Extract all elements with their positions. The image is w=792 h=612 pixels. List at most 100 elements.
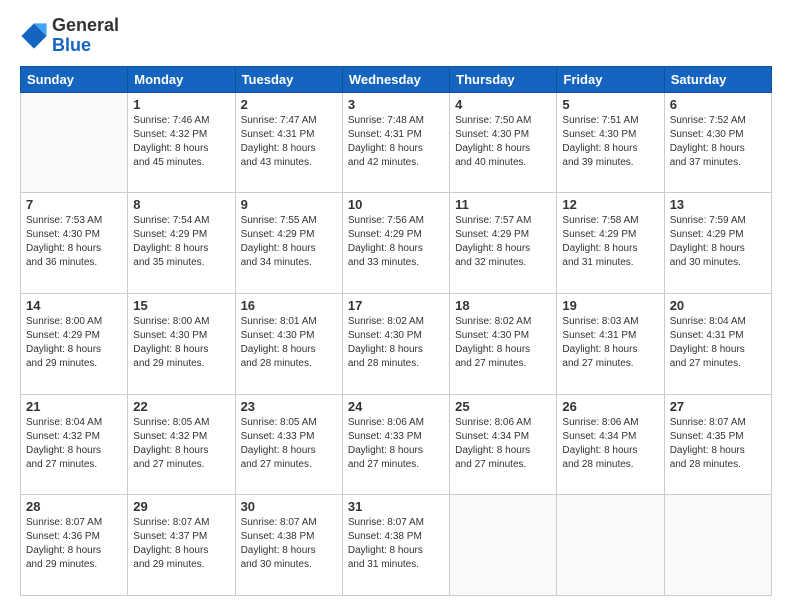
calendar-cell: 15 Sunrise: 8:00 AM Sunset: 4:30 PM Dayli…: [128, 293, 235, 394]
page: General Blue SundayMondayTuesdayWednesda…: [0, 0, 792, 612]
calendar-day-header: Friday: [557, 66, 664, 92]
calendar-cell: [557, 495, 664, 596]
calendar-cell: 7Sunrise: 7:53 AM Sunset: 4:30 PM Daylig…: [21, 193, 128, 294]
day-info: Sunrise: 7:53 AM Sunset: 4:30 PM Dayligh…: [26, 214, 122, 270]
calendar-cell: 12 Sunrise: 7:58 AM Sunset: 4:29 PM Dayli…: [557, 193, 664, 294]
day-number: 12: [562, 197, 658, 212]
calendar-week-row: 14Sunrise: 8:00 AM Sunset: 4:29 PM Dayli…: [21, 293, 772, 394]
day-info: Sunrise: 8:07 AM Sunset: 4:37 PM Dayligh…: [133, 516, 229, 572]
calendar-cell: 13 Sunrise: 7:59 AM Sunset: 4:29 PM Dayli…: [664, 193, 771, 294]
calendar-cell: 1 Sunrise: 7:46 AM Sunset: 4:32 PM Daylig…: [128, 92, 235, 193]
calendar-day-header: Thursday: [450, 66, 557, 92]
day-info: Sunrise: 8:06 AM Sunset: 4:33 PM Dayligh…: [348, 416, 444, 472]
calendar-week-row: 1 Sunrise: 7:46 AM Sunset: 4:32 PM Daylig…: [21, 92, 772, 193]
day-number: 15: [133, 298, 229, 313]
calendar-cell: 4 Sunrise: 7:50 AM Sunset: 4:30 PM Daylig…: [450, 92, 557, 193]
calendar-cell: 24Sunrise: 8:06 AM Sunset: 4:33 PM Dayli…: [342, 394, 449, 495]
day-number: 11: [455, 197, 551, 212]
day-info: Sunrise: 8:04 AM Sunset: 4:32 PM Dayligh…: [26, 416, 122, 472]
calendar-cell: [450, 495, 557, 596]
day-number: 30: [241, 499, 337, 514]
calendar-header-row: SundayMondayTuesdayWednesdayThursdayFrid…: [21, 66, 772, 92]
day-info: Sunrise: 8:07 AM Sunset: 4:38 PM Dayligh…: [241, 516, 337, 572]
day-number: 21: [26, 399, 122, 414]
day-info: Sunrise: 7:57 AM Sunset: 4:29 PM Dayligh…: [455, 214, 551, 270]
day-number: 31: [348, 499, 444, 514]
day-info: Sunrise: 7:46 AM Sunset: 4:32 PM Dayligh…: [133, 114, 229, 170]
day-number: 6: [670, 97, 766, 112]
day-info: Sunrise: 8:00 AM Sunset: 4:30 PM Dayligh…: [133, 315, 229, 371]
calendar-cell: [664, 495, 771, 596]
calendar-day-header: Saturday: [664, 66, 771, 92]
day-number: 4: [455, 97, 551, 112]
day-number: 27: [670, 399, 766, 414]
calendar-day-header: Tuesday: [235, 66, 342, 92]
day-number: 9: [241, 197, 337, 212]
day-number: 13: [670, 197, 766, 212]
day-info: Sunrise: 8:06 AM Sunset: 4:34 PM Dayligh…: [562, 416, 658, 472]
day-info: Sunrise: 8:07 AM Sunset: 4:38 PM Dayligh…: [348, 516, 444, 572]
logo-text-general: General: [52, 16, 119, 36]
day-info: Sunrise: 8:01 AM Sunset: 4:30 PM Dayligh…: [241, 315, 337, 371]
day-info: Sunrise: 8:04 AM Sunset: 4:31 PM Dayligh…: [670, 315, 766, 371]
day-number: 8: [133, 197, 229, 212]
calendar-cell: 30 Sunrise: 8:07 AM Sunset: 4:38 PM Dayli…: [235, 495, 342, 596]
day-number: 17: [348, 298, 444, 313]
calendar-cell: 10 Sunrise: 7:56 AM Sunset: 4:29 PM Dayli…: [342, 193, 449, 294]
day-number: 1: [133, 97, 229, 112]
day-number: 20: [670, 298, 766, 313]
calendar-cell: 31 Sunrise: 8:07 AM Sunset: 4:38 PM Dayli…: [342, 495, 449, 596]
day-info: Sunrise: 8:07 AM Sunset: 4:36 PM Dayligh…: [26, 516, 122, 572]
day-info: Sunrise: 8:02 AM Sunset: 4:30 PM Dayligh…: [348, 315, 444, 371]
day-info: Sunrise: 7:50 AM Sunset: 4:30 PM Dayligh…: [455, 114, 551, 170]
day-number: 3: [348, 97, 444, 112]
day-info: Sunrise: 7:47 AM Sunset: 4:31 PM Dayligh…: [241, 114, 337, 170]
calendar-cell: 3 Sunrise: 7:48 AM Sunset: 4:31 PM Daylig…: [342, 92, 449, 193]
day-number: 22: [133, 399, 229, 414]
day-number: 26: [562, 399, 658, 414]
day-number: 5: [562, 97, 658, 112]
day-info: Sunrise: 7:56 AM Sunset: 4:29 PM Dayligh…: [348, 214, 444, 270]
calendar-cell: 21 Sunrise: 8:04 AM Sunset: 4:32 PM Dayli…: [21, 394, 128, 495]
day-info: Sunrise: 8:06 AM Sunset: 4:34 PM Dayligh…: [455, 416, 551, 472]
day-info: Sunrise: 8:02 AM Sunset: 4:30 PM Dayligh…: [455, 315, 551, 371]
day-info: Sunrise: 7:48 AM Sunset: 4:31 PM Dayligh…: [348, 114, 444, 170]
day-number: 23: [241, 399, 337, 414]
day-number: 28: [26, 499, 122, 514]
day-number: 2: [241, 97, 337, 112]
calendar-cell: 18 Sunrise: 8:02 AM Sunset: 4:30 PM Dayli…: [450, 293, 557, 394]
calendar-cell: 5 Sunrise: 7:51 AM Sunset: 4:30 PM Daylig…: [557, 92, 664, 193]
calendar-cell: 14Sunrise: 8:00 AM Sunset: 4:29 PM Dayli…: [21, 293, 128, 394]
day-info: Sunrise: 7:51 AM Sunset: 4:30 PM Dayligh…: [562, 114, 658, 170]
calendar-cell: 25 Sunrise: 8:06 AM Sunset: 4:34 PM Dayli…: [450, 394, 557, 495]
day-number: 16: [241, 298, 337, 313]
calendar-cell: 2 Sunrise: 7:47 AM Sunset: 4:31 PM Daylig…: [235, 92, 342, 193]
calendar-cell: 16 Sunrise: 8:01 AM Sunset: 4:30 PM Dayli…: [235, 293, 342, 394]
day-info: Sunrise: 8:05 AM Sunset: 4:33 PM Dayligh…: [241, 416, 337, 472]
calendar-day-header: Sunday: [21, 66, 128, 92]
calendar-cell: 22Sunrise: 8:05 AM Sunset: 4:32 PM Dayli…: [128, 394, 235, 495]
day-number: 25: [455, 399, 551, 414]
calendar-cell: [21, 92, 128, 193]
day-number: 10: [348, 197, 444, 212]
day-info: Sunrise: 8:07 AM Sunset: 4:35 PM Dayligh…: [670, 416, 766, 472]
calendar-table: SundayMondayTuesdayWednesdayThursdayFrid…: [20, 66, 772, 596]
day-number: 29: [133, 499, 229, 514]
calendar-cell: 23 Sunrise: 8:05 AM Sunset: 4:33 PM Dayli…: [235, 394, 342, 495]
logo: General Blue: [20, 16, 119, 56]
day-number: 18: [455, 298, 551, 313]
calendar-week-row: 7Sunrise: 7:53 AM Sunset: 4:30 PM Daylig…: [21, 193, 772, 294]
calendar-cell: 29 Sunrise: 8:07 AM Sunset: 4:37 PM Dayli…: [128, 495, 235, 596]
calendar-cell: 8 Sunrise: 7:54 AM Sunset: 4:29 PM Daylig…: [128, 193, 235, 294]
day-info: Sunrise: 7:54 AM Sunset: 4:29 PM Dayligh…: [133, 214, 229, 270]
header: General Blue: [20, 16, 772, 56]
day-number: 14: [26, 298, 122, 313]
logo-text-blue: Blue: [52, 36, 119, 56]
calendar-cell: 11 Sunrise: 7:57 AM Sunset: 4:29 PM Dayli…: [450, 193, 557, 294]
day-info: Sunrise: 7:58 AM Sunset: 4:29 PM Dayligh…: [562, 214, 658, 270]
calendar-cell: 26 Sunrise: 8:06 AM Sunset: 4:34 PM Dayli…: [557, 394, 664, 495]
day-info: Sunrise: 7:59 AM Sunset: 4:29 PM Dayligh…: [670, 214, 766, 270]
day-info: Sunrise: 8:03 AM Sunset: 4:31 PM Dayligh…: [562, 315, 658, 371]
day-number: 19: [562, 298, 658, 313]
calendar-cell: 27 Sunrise: 8:07 AM Sunset: 4:35 PM Dayli…: [664, 394, 771, 495]
